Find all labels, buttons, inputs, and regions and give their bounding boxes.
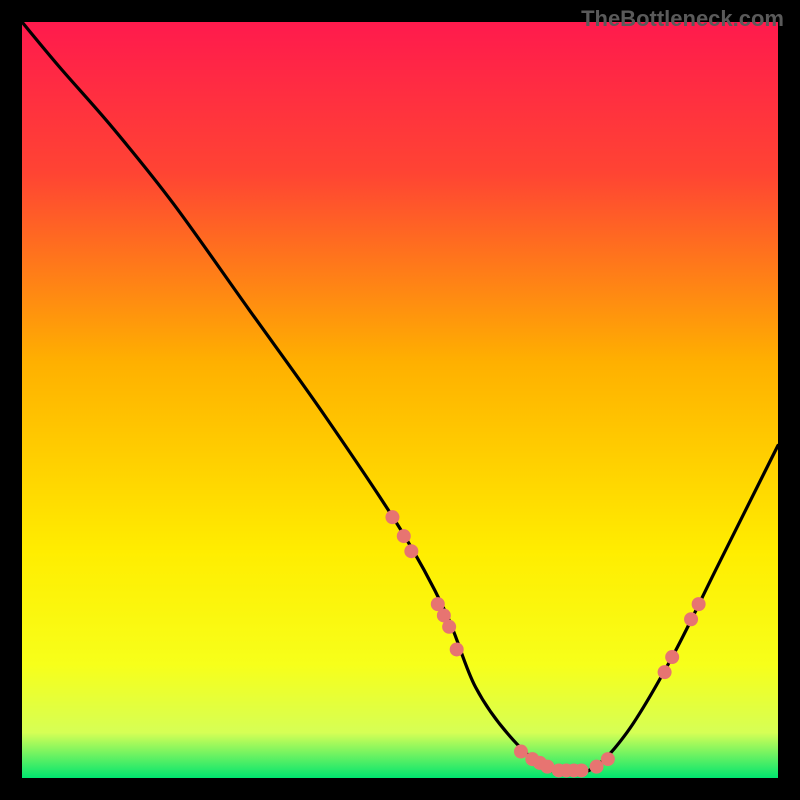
data-marker — [658, 665, 672, 679]
gradient-background — [22, 22, 778, 778]
data-marker — [601, 752, 615, 766]
chart-svg — [22, 22, 778, 778]
plot-area — [22, 22, 778, 778]
data-marker — [450, 642, 464, 656]
data-marker — [692, 597, 706, 611]
data-marker — [442, 620, 456, 634]
data-marker — [574, 763, 588, 777]
data-marker — [684, 612, 698, 626]
data-marker — [385, 510, 399, 524]
data-marker — [404, 544, 418, 558]
chart-container: TheBottleneck.com — [0, 0, 800, 800]
data-marker — [397, 529, 411, 543]
data-marker — [665, 650, 679, 664]
watermark-text: TheBottleneck.com — [581, 6, 784, 32]
